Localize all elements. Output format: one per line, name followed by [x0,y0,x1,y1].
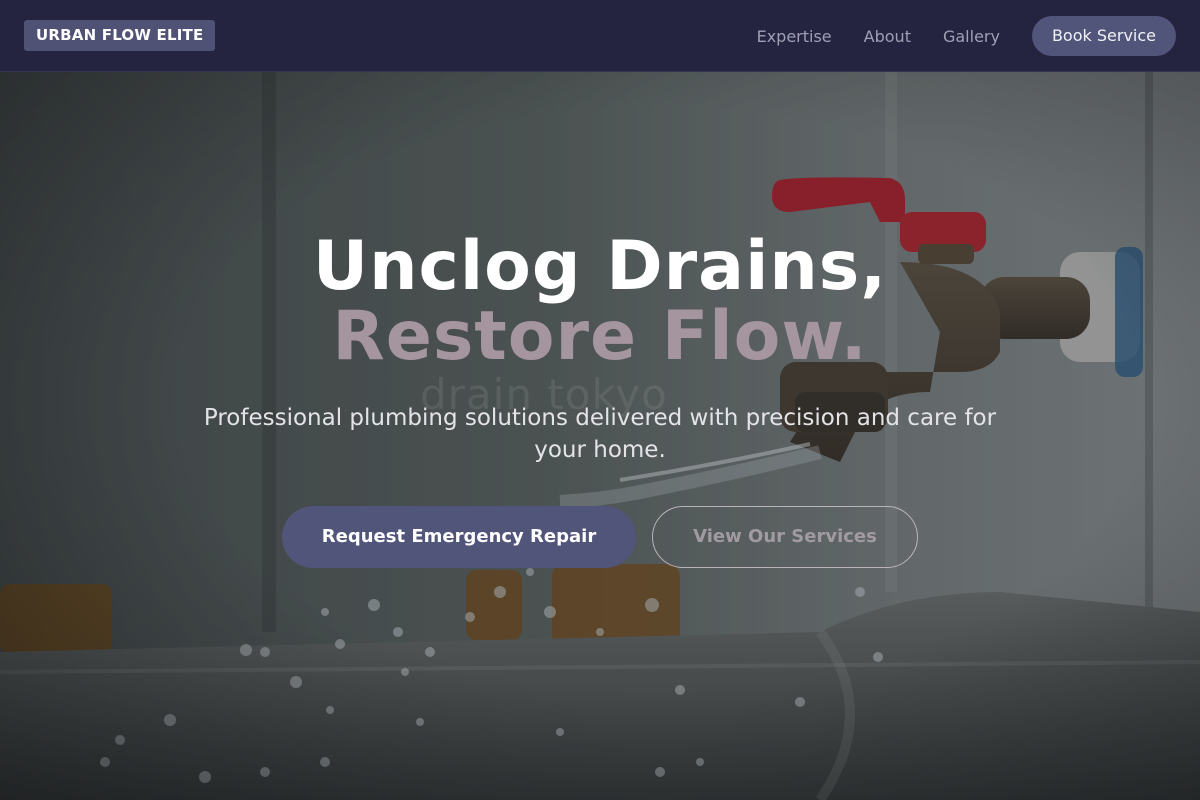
main-nav: Expertise About Gallery Book Service [757,16,1176,56]
headline-line-1: Unclog Drains, [312,227,888,306]
book-service-button[interactable]: Book Service [1031,16,1176,56]
nav-link-about[interactable]: About [864,27,911,46]
request-emergency-repair-button[interactable]: Request Emergency Repair [282,506,636,568]
nav-link-gallery[interactable]: Gallery [943,27,1000,46]
site-header: URBAN FLOW ELITE Expertise About Gallery… [0,0,1200,72]
hero-section: drain tokyo Unclog Drains, Restore Flow.… [0,72,1200,800]
hero-cta-group: Request Emergency Repair View Our Servic… [0,506,1200,568]
headline-line-2: Restore Flow. [332,297,868,376]
brand-logo[interactable]: URBAN FLOW ELITE [24,20,216,51]
hero-content: Unclog Drains, Restore Flow. Professiona… [0,232,1200,568]
hero-headline: Unclog Drains, Restore Flow. [0,232,1200,372]
view-services-button[interactable]: View Our Services [652,506,918,568]
nav-link-expertise[interactable]: Expertise [757,27,832,46]
hero-subheadline: Professional plumbing solutions delivere… [203,405,997,463]
